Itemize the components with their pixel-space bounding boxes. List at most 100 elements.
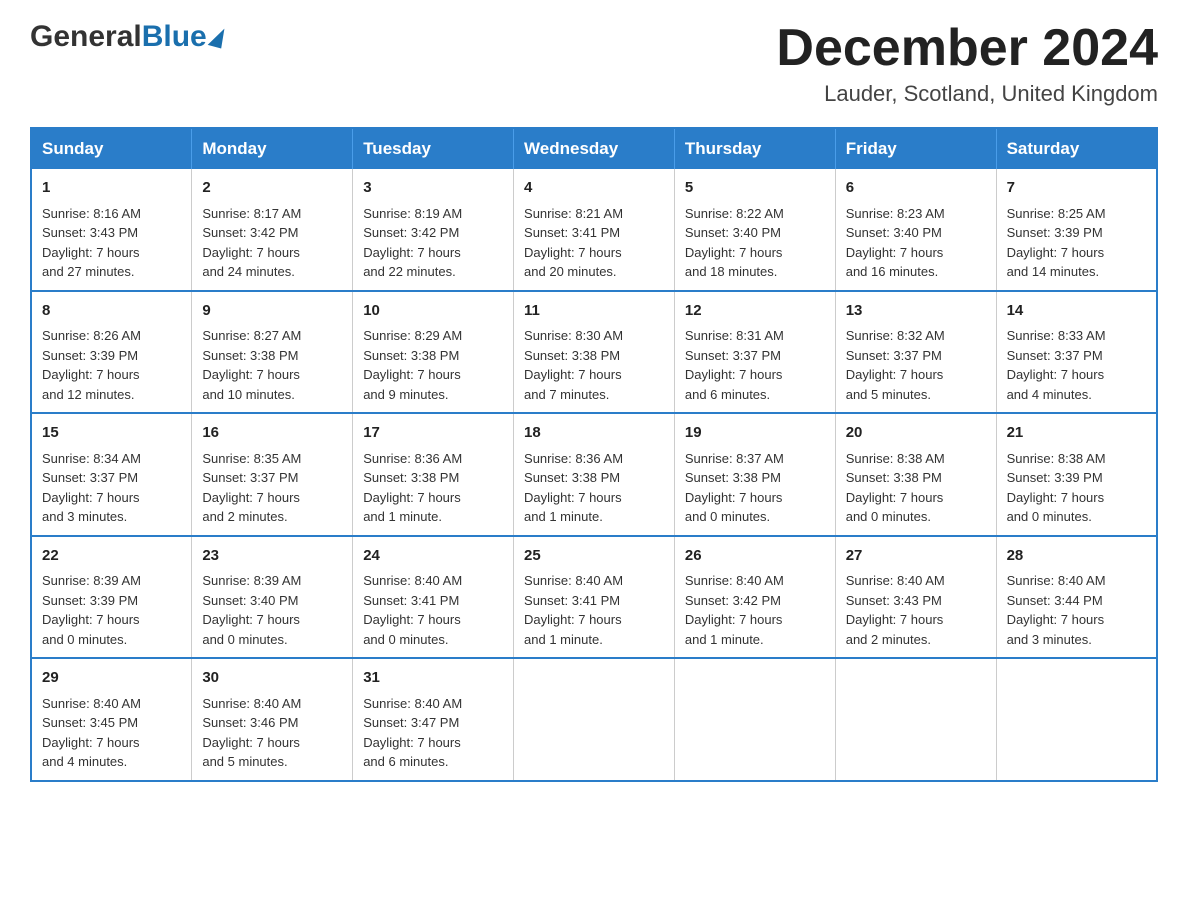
day-number: 26 (685, 545, 825, 568)
day-info: Sunrise: 8:40 AMSunset: 3:41 PMDaylight:… (524, 571, 664, 649)
calendar-week-row: 8 Sunrise: 8:26 AMSunset: 3:39 PMDaylight… (31, 291, 1157, 414)
table-row: 8 Sunrise: 8:26 AMSunset: 3:39 PMDaylight… (31, 291, 192, 414)
table-row: 24Sunrise: 8:40 AMSunset: 3:41 PMDayligh… (353, 536, 514, 659)
table-row (674, 658, 835, 781)
day-info: Sunrise: 8:40 AMSunset: 3:42 PMDaylight:… (685, 571, 825, 649)
day-number: 4 (524, 177, 664, 200)
table-row: 18 Sunrise: 8:36 AMSunset: 3:38 PMDayligh… (514, 413, 675, 536)
table-row: 20 Sunrise: 8:38 AMSunset: 3:38 PMDayligh… (835, 413, 996, 536)
day-number: 18 (524, 422, 664, 445)
table-row: 27 Sunrise: 8:40 AMSunset: 3:43 PMDayligh… (835, 536, 996, 659)
table-row: 14Sunrise: 8:33 AMSunset: 3:37 PMDayligh… (996, 291, 1157, 414)
day-info: Sunrise: 8:40 AMSunset: 3:44 PMDaylight:… (1007, 571, 1146, 649)
table-row: 28 Sunrise: 8:40 AMSunset: 3:44 PMDayligh… (996, 536, 1157, 659)
day-number: 5 (685, 177, 825, 200)
day-info: Sunrise: 8:39 AMSunset: 3:40 PMDaylight:… (202, 571, 342, 649)
table-row: 17 Sunrise: 8:36 AMSunset: 3:38 PMDayligh… (353, 413, 514, 536)
day-number: 12 (685, 300, 825, 323)
table-row: 3Sunrise: 8:19 AMSunset: 3:42 PMDaylight… (353, 169, 514, 291)
day-number: 21 (1007, 422, 1146, 445)
day-info: Sunrise: 8:38 AMSunset: 3:38 PMDaylight:… (846, 449, 986, 527)
calendar-week-row: 22 Sunrise: 8:39 AMSunset: 3:39 PMDayligh… (31, 536, 1157, 659)
col-monday: Monday (192, 128, 353, 169)
day-number: 27 (846, 545, 986, 568)
day-info: Sunrise: 8:36 AMSunset: 3:38 PMDaylight:… (524, 449, 664, 527)
logo-area: General Blue (30, 20, 224, 54)
table-row: 22 Sunrise: 8:39 AMSunset: 3:39 PMDayligh… (31, 536, 192, 659)
title-area: December 2024 Lauder, Scotland, United K… (776, 20, 1158, 107)
table-row: 4 Sunrise: 8:21 AMSunset: 3:41 PMDaylight… (514, 169, 675, 291)
logo-blue-text: Blue (142, 20, 207, 54)
table-row: 5 Sunrise: 8:22 AMSunset: 3:40 PMDaylight… (674, 169, 835, 291)
day-info: Sunrise: 8:40 AMSunset: 3:45 PMDaylight:… (42, 694, 181, 772)
table-row (835, 658, 996, 781)
day-info: Sunrise: 8:25 AMSunset: 3:39 PMDaylight:… (1007, 204, 1146, 282)
day-number: 15 (42, 422, 181, 445)
day-number: 22 (42, 545, 181, 568)
day-number: 28 (1007, 545, 1146, 568)
day-number: 9 (202, 300, 342, 323)
day-info: Sunrise: 8:31 AMSunset: 3:37 PMDaylight:… (685, 326, 825, 404)
calendar-week-row: 29 Sunrise: 8:40 AMSunset: 3:45 PMDayligh… (31, 658, 1157, 781)
day-info: Sunrise: 8:30 AMSunset: 3:38 PMDaylight:… (524, 326, 664, 404)
day-number: 23 (202, 545, 342, 568)
table-row: 2Sunrise: 8:17 AMSunset: 3:42 PMDaylight… (192, 169, 353, 291)
day-info: Sunrise: 8:26 AMSunset: 3:39 PMDaylight:… (42, 326, 181, 404)
table-row: 11Sunrise: 8:30 AMSunset: 3:38 PMDayligh… (514, 291, 675, 414)
day-info: Sunrise: 8:36 AMSunset: 3:38 PMDaylight:… (363, 449, 503, 527)
col-thursday: Thursday (674, 128, 835, 169)
day-number: 10 (363, 300, 503, 323)
table-row: 21Sunrise: 8:38 AMSunset: 3:39 PMDayligh… (996, 413, 1157, 536)
day-info: Sunrise: 8:21 AMSunset: 3:41 PMDaylight:… (524, 204, 664, 282)
day-number: 17 (363, 422, 503, 445)
day-number: 31 (363, 667, 503, 690)
day-info: Sunrise: 8:27 AMSunset: 3:38 PMDaylight:… (202, 326, 342, 404)
table-row: 1Sunrise: 8:16 AMSunset: 3:43 PMDaylight… (31, 169, 192, 291)
day-number: 30 (202, 667, 342, 690)
day-number: 1 (42, 177, 181, 200)
day-info: Sunrise: 8:19 AMSunset: 3:42 PMDaylight:… (363, 204, 503, 282)
logo-blue-container: Blue (142, 20, 224, 54)
calendar-header-row: Sunday Monday Tuesday Wednesday Thursday… (31, 128, 1157, 169)
logo: General Blue (30, 20, 224, 54)
col-friday: Friday (835, 128, 996, 169)
table-row: 25 Sunrise: 8:40 AMSunset: 3:41 PMDayligh… (514, 536, 675, 659)
location-subtitle: Lauder, Scotland, United Kingdom (776, 81, 1158, 107)
day-number: 6 (846, 177, 986, 200)
day-number: 8 (42, 300, 181, 323)
day-number: 2 (202, 177, 342, 200)
day-number: 14 (1007, 300, 1146, 323)
day-info: Sunrise: 8:39 AMSunset: 3:39 PMDaylight:… (42, 571, 181, 649)
table-row: 13Sunrise: 8:32 AMSunset: 3:37 PMDayligh… (835, 291, 996, 414)
day-info: Sunrise: 8:32 AMSunset: 3:37 PMDaylight:… (846, 326, 986, 404)
col-sunday: Sunday (31, 128, 192, 169)
col-tuesday: Tuesday (353, 128, 514, 169)
day-number: 20 (846, 422, 986, 445)
day-info: Sunrise: 8:40 AMSunset: 3:43 PMDaylight:… (846, 571, 986, 649)
day-info: Sunrise: 8:40 AMSunset: 3:47 PMDaylight:… (363, 694, 503, 772)
logo-general-text: General (30, 20, 142, 54)
calendar-week-row: 1Sunrise: 8:16 AMSunset: 3:43 PMDaylight… (31, 169, 1157, 291)
table-row: 12 Sunrise: 8:31 AMSunset: 3:37 PMDayligh… (674, 291, 835, 414)
day-info: Sunrise: 8:23 AMSunset: 3:40 PMDaylight:… (846, 204, 986, 282)
day-info: Sunrise: 8:34 AMSunset: 3:37 PMDaylight:… (42, 449, 181, 527)
day-number: 16 (202, 422, 342, 445)
day-number: 7 (1007, 177, 1146, 200)
table-row (996, 658, 1157, 781)
table-row: 10Sunrise: 8:29 AMSunset: 3:38 PMDayligh… (353, 291, 514, 414)
day-info: Sunrise: 8:22 AMSunset: 3:40 PMDaylight:… (685, 204, 825, 282)
day-info: Sunrise: 8:40 AMSunset: 3:41 PMDaylight:… (363, 571, 503, 649)
table-row: 29 Sunrise: 8:40 AMSunset: 3:45 PMDayligh… (31, 658, 192, 781)
month-title: December 2024 (776, 20, 1158, 77)
calendar-table: Sunday Monday Tuesday Wednesday Thursday… (30, 127, 1158, 782)
day-number: 29 (42, 667, 181, 690)
day-number: 25 (524, 545, 664, 568)
table-row: 19Sunrise: 8:37 AMSunset: 3:38 PMDayligh… (674, 413, 835, 536)
day-info: Sunrise: 8:35 AMSunset: 3:37 PMDaylight:… (202, 449, 342, 527)
logo-triangle-icon (207, 26, 226, 49)
calendar-week-row: 15 Sunrise: 8:34 AMSunset: 3:37 PMDayligh… (31, 413, 1157, 536)
table-row: 16 Sunrise: 8:35 AMSunset: 3:37 PMDayligh… (192, 413, 353, 536)
table-row: 7 Sunrise: 8:25 AMSunset: 3:39 PMDaylight… (996, 169, 1157, 291)
table-row: 15 Sunrise: 8:34 AMSunset: 3:37 PMDayligh… (31, 413, 192, 536)
col-saturday: Saturday (996, 128, 1157, 169)
